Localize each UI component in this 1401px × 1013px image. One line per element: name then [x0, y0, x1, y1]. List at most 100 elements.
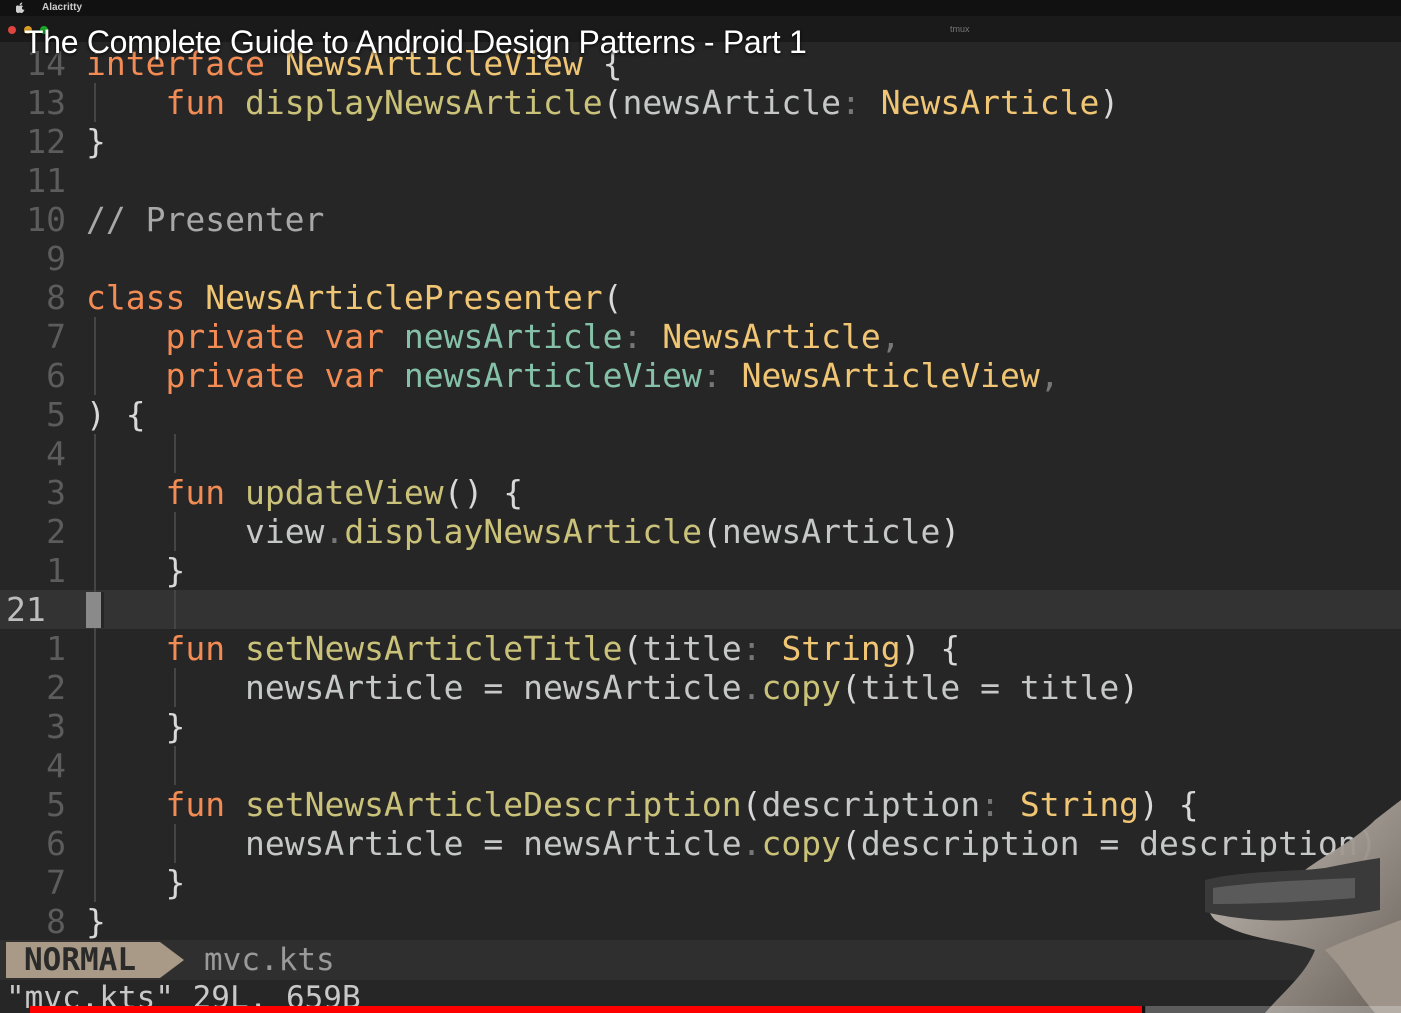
- code-token: newsArticle: [721, 512, 941, 551]
- code-token: .: [324, 512, 345, 551]
- line-number: 2: [46, 512, 66, 551]
- line-number: 3: [46, 707, 66, 746]
- code-token: updateView: [244, 473, 444, 512]
- code-token: newsArticle: [523, 668, 742, 707]
- line-number: 7: [46, 863, 66, 902]
- code-token: class: [86, 278, 186, 317]
- code-line-current[interactable]: 21: [0, 590, 1401, 629]
- indent-guide: [94, 317, 96, 395]
- indent-guide: [174, 590, 176, 629]
- code-token: :: [980, 785, 1000, 824]
- code-token: newsArticle: [523, 824, 742, 863]
- code-line[interactable]: 2 newsArticle = newsArticle.copy(title =…: [0, 668, 1401, 707]
- code-token: fun: [165, 785, 226, 824]
- screen: Alacritty tmux The Complete Guide to And…: [0, 0, 1401, 1013]
- indent-guide: [174, 512, 176, 551]
- code-line[interactable]: 10 // Presenter: [0, 200, 1401, 239]
- code-token: setNewsArticleTitle: [244, 629, 623, 668]
- code-token: title: [642, 629, 742, 668]
- video-progress-bar[interactable]: [30, 1006, 1401, 1013]
- tmux-label: tmux: [950, 24, 970, 34]
- code-line[interactable]: 4: [0, 434, 1401, 473]
- app-name[interactable]: Alacritty: [42, 2, 82, 13]
- line-number: 7: [46, 317, 66, 356]
- video-progress-fill: [30, 1006, 1146, 1013]
- line-number: 12: [26, 122, 66, 161]
- code-line[interactable]: 8}: [0, 902, 1401, 941]
- line-code: fun setNewsArticleDescription(descriptio…: [86, 785, 1198, 824]
- line-number: 13: [26, 83, 66, 122]
- code-line[interactable]: 5) {: [0, 395, 1401, 434]
- code-line[interactable]: 12}: [0, 122, 1401, 161]
- code-token: newsArticle: [244, 824, 464, 863]
- code-line[interactable]: 4: [0, 746, 1401, 785]
- code-line[interactable]: 5 fun setNewsArticleDescription(descript…: [0, 785, 1401, 824]
- code-token: NewsArticleView: [741, 356, 1040, 395]
- code-token: (: [701, 512, 722, 551]
- line-code: fun updateView() {: [86, 473, 523, 512]
- code-token: private var: [165, 317, 385, 356]
- code-line[interactable]: 8 class NewsArticlePresenter(: [0, 278, 1401, 317]
- code-line[interactable]: 3 }: [0, 707, 1401, 746]
- code-token: () {: [443, 473, 524, 512]
- line-code: view.displayNewsArticle(newsArticle): [86, 512, 960, 551]
- line-code: }: [86, 122, 106, 161]
- mode-separator-icon: [160, 942, 184, 978]
- code-token: (: [622, 629, 643, 668]
- code-token: =: [483, 824, 504, 863]
- code-line[interactable]: 13 fun displayNewsArticle(newsArticle: N…: [0, 83, 1401, 122]
- code-line[interactable]: 9: [0, 239, 1401, 278]
- code-line[interactable]: 1 }: [0, 551, 1401, 590]
- code-token: ,: [880, 317, 901, 356]
- code-token: description: [761, 785, 981, 824]
- code-line[interactable]: 11: [0, 161, 1401, 200]
- code-line[interactable]: 7 }: [0, 863, 1401, 902]
- apple-icon[interactable]: [16, 2, 25, 13]
- code-token: String: [1019, 785, 1140, 824]
- code-token: (: [602, 83, 623, 122]
- code-token: fun: [165, 473, 226, 512]
- code-line[interactable]: 6 newsArticle = newsArticle.copy(descrip…: [0, 824, 1401, 863]
- code-line[interactable]: 1 fun setNewsArticleTitle(title: String)…: [0, 629, 1401, 668]
- code-token: ): [1119, 668, 1140, 707]
- code-token: }: [86, 902, 106, 941]
- code-line[interactable]: 2 view.displayNewsArticle(newsArticle): [0, 512, 1401, 551]
- code-token: =: [980, 668, 1000, 707]
- code-token: ) {: [900, 629, 961, 668]
- code-token: // Presenter: [86, 200, 325, 239]
- close-window-button[interactable]: [8, 26, 16, 34]
- code-token: :: [841, 83, 861, 122]
- line-code: fun displayNewsArticle(newsArticle: News…: [86, 83, 1119, 122]
- code-token: ,: [1039, 356, 1060, 395]
- line-number: 4: [46, 434, 66, 473]
- line-number: 1: [46, 629, 66, 668]
- code-token: copy: [761, 824, 842, 863]
- line-code: class NewsArticlePresenter(: [86, 278, 622, 317]
- indent-guide: [174, 746, 176, 785]
- indent-guide: [94, 83, 96, 122]
- indent-guide: [94, 434, 96, 902]
- code-line[interactable]: 3 fun updateView() {: [0, 473, 1401, 512]
- line-number: 10: [26, 200, 66, 239]
- code-token: (: [602, 278, 623, 317]
- code-line[interactable]: 7 private var newsArticle: NewsArticle,: [0, 317, 1401, 356]
- code-editor[interactable]: 8} 7 } 6 newsArticle = newsArticle.copy(de…: [0, 44, 1401, 941]
- status-filename: mvc.kts: [204, 942, 335, 978]
- code-token: displayNewsArticle: [244, 83, 603, 122]
- code-line[interactable]: 6 private var newsArticleView: NewsArtic…: [0, 356, 1401, 395]
